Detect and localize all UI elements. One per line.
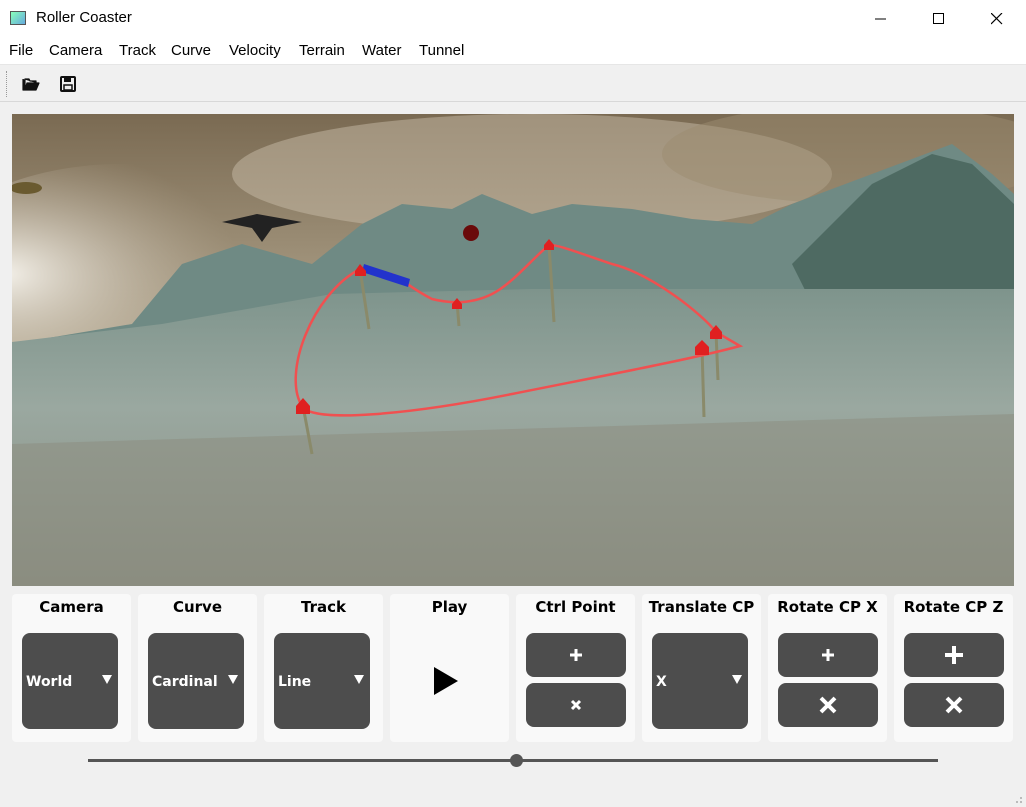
maximize-icon (933, 12, 944, 24)
menu-curve[interactable]: Curve (171, 42, 211, 59)
play-icon (434, 667, 458, 695)
curve-panel: Curve Cardinal (138, 594, 257, 742)
play-title: Play (431, 598, 468, 616)
x-icon (570, 699, 582, 711)
save-button[interactable] (56, 72, 80, 96)
rotate-cp-x-title: Rotate CP X (777, 598, 878, 616)
menu-tunnel[interactable]: Tunnel (419, 42, 464, 59)
remove-ctrl-point-button[interactable] (526, 683, 626, 727)
minimize-button[interactable] (852, 0, 910, 37)
menu-bar: File Camera Track Curve Velocity Terrain… (0, 37, 1026, 64)
terrain-scene (12, 114, 1014, 586)
menu-camera[interactable]: Camera (49, 42, 102, 59)
maximize-button[interactable] (910, 0, 968, 37)
play-button[interactable] (432, 666, 462, 696)
menu-terrain[interactable]: Terrain (299, 42, 345, 59)
rotate-cp-x-increase-button[interactable] (778, 633, 878, 677)
track-panel: Track Line (264, 594, 383, 742)
curve-select[interactable]: Cardinal (148, 633, 244, 729)
plus-icon (822, 649, 834, 661)
camera-panel: Camera World (12, 594, 131, 742)
speed-slider-handle[interactable] (510, 754, 523, 767)
menu-velocity[interactable]: Velocity (229, 42, 281, 59)
curve-select-value: Cardinal (152, 674, 218, 690)
chevron-down-icon (354, 675, 364, 684)
rotate-cp-x-decrease-button[interactable] (778, 683, 878, 727)
x-icon (945, 696, 963, 714)
ctrl-point-panel: Ctrl Point (516, 594, 635, 742)
translate-cp-panel: Translate CP X (642, 594, 761, 742)
translate-cp-select-value: X (656, 674, 667, 690)
add-ctrl-point-button[interactable] (526, 633, 626, 677)
chevron-down-icon (732, 675, 742, 684)
camera-title: Camera (39, 598, 104, 616)
track-select[interactable]: Line (274, 633, 370, 729)
open-button[interactable] (19, 72, 43, 96)
menu-track[interactable]: Track (119, 42, 156, 59)
curve-title: Curve (172, 598, 223, 616)
plus-icon (945, 646, 963, 664)
rotate-cp-z-increase-button[interactable] (904, 633, 1004, 677)
title-bar: Roller Coaster (0, 0, 1026, 37)
rotate-cp-x-panel: Rotate CP X (768, 594, 887, 742)
floppy-disk-icon (60, 76, 76, 92)
close-icon (991, 12, 1003, 24)
resize-grip-icon[interactable] (1013, 794, 1023, 804)
menu-water[interactable]: Water (362, 42, 401, 59)
3d-viewport[interactable] (12, 114, 1014, 586)
translate-cp-title: Translate CP (648, 598, 755, 616)
x-icon (819, 696, 837, 714)
app-icon (10, 11, 26, 25)
menu-file[interactable]: File (9, 42, 33, 59)
rotate-cp-z-decrease-button[interactable] (904, 683, 1004, 727)
toolbar-grip[interactable] (6, 71, 9, 97)
rotate-cp-z-title: Rotate CP Z (903, 598, 1004, 616)
ctrl-point-title: Ctrl Point (535, 598, 616, 616)
plus-icon (570, 649, 582, 661)
chevron-down-icon (102, 675, 112, 684)
chevron-down-icon (228, 675, 238, 684)
track-title: Track (301, 598, 346, 616)
rotate-cp-z-panel: Rotate CP Z (894, 594, 1013, 742)
close-button[interactable] (968, 0, 1026, 37)
toolbar (0, 64, 1026, 102)
window-title: Roller Coaster (36, 9, 132, 26)
track-select-value: Line (278, 674, 312, 690)
play-panel: Play (390, 594, 509, 742)
camera-select-value: World (26, 674, 73, 690)
camera-select[interactable]: World (22, 633, 118, 729)
minimize-icon (875, 18, 886, 19)
folder-open-icon (22, 78, 40, 91)
translate-cp-select[interactable]: X (652, 633, 748, 729)
